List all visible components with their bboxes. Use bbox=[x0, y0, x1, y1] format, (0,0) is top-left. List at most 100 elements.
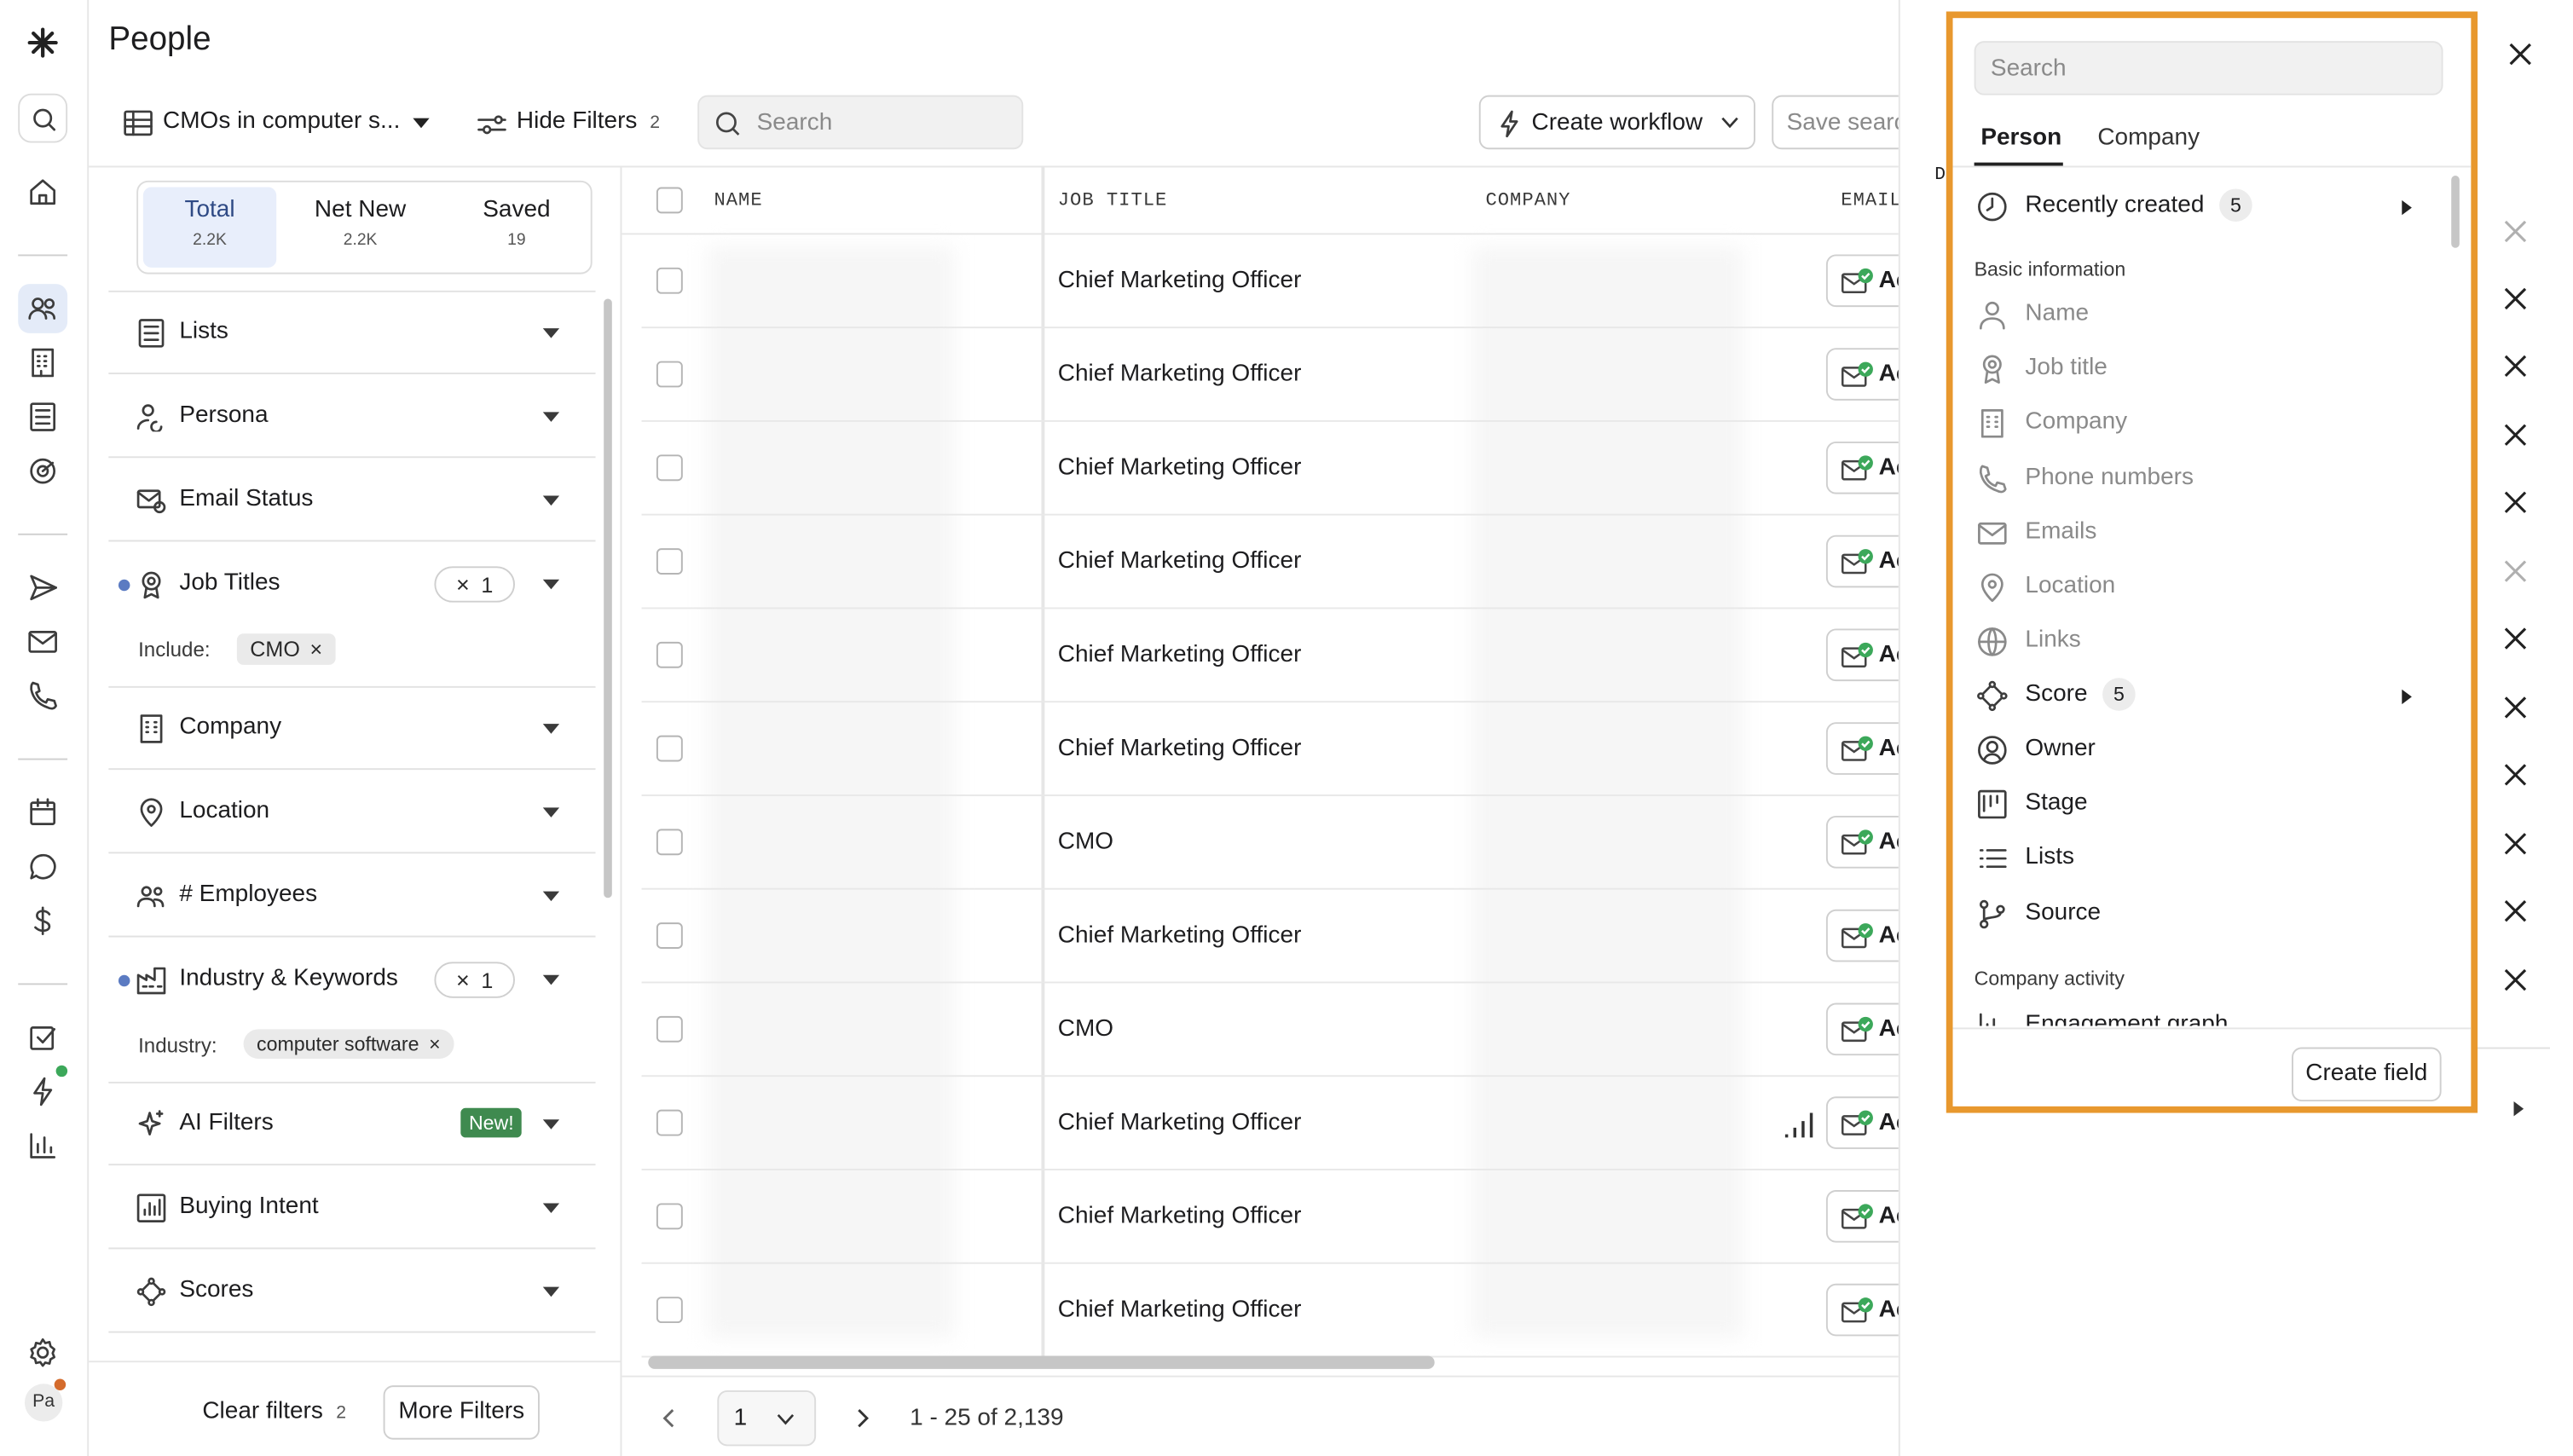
row-checkbox[interactable] bbox=[656, 1297, 683, 1324]
prev-page-icon[interactable] bbox=[662, 1407, 678, 1430]
logo-icon[interactable] bbox=[26, 26, 60, 60]
table-horizontal-scrollbar[interactable] bbox=[648, 1355, 1435, 1369]
create-workflow-button[interactable]: Create workflow bbox=[1478, 95, 1755, 150]
clear-filters-button[interactable]: Clear filters 2 bbox=[202, 1399, 346, 1425]
building-icon[interactable] bbox=[26, 346, 60, 379]
access-email-button[interactable]: Ac bbox=[1825, 1002, 1909, 1056]
column-header-company[interactable]: COMPANY bbox=[1485, 190, 1570, 211]
remove-column-icon[interactable] bbox=[2504, 832, 2527, 855]
hide-filters-button[interactable]: Hide Filters 2 bbox=[477, 105, 675, 141]
access-email-button[interactable]: Ac bbox=[1825, 441, 1909, 494]
field-location[interactable]: Location bbox=[1976, 564, 2454, 610]
filter-location[interactable]: Location bbox=[108, 771, 596, 854]
row-checkbox[interactable] bbox=[656, 1015, 683, 1043]
row-checkbox[interactable] bbox=[656, 1203, 683, 1230]
table-row[interactable]: Chief Marketing Officer Ac bbox=[641, 234, 1909, 329]
filter-buying-intent[interactable]: Buying Intent bbox=[108, 1167, 596, 1250]
filters-scrollbar[interactable] bbox=[604, 298, 612, 898]
filter-persona[interactable]: Persona bbox=[108, 376, 596, 459]
radar-icon[interactable] bbox=[26, 454, 60, 488]
remove-column-icon[interactable] bbox=[2504, 355, 2527, 378]
field-job-title[interactable]: Job title bbox=[1976, 347, 2454, 393]
table-row[interactable]: CMO Ac bbox=[641, 983, 1909, 1078]
field-search-input[interactable]: Search bbox=[1974, 41, 2443, 95]
mail-icon[interactable] bbox=[26, 626, 60, 659]
dollar-icon[interactable] bbox=[26, 904, 60, 938]
field-stage[interactable]: Stage bbox=[1976, 782, 2454, 828]
field-source[interactable]: Source bbox=[1976, 891, 2454, 937]
remove-column-icon[interactable] bbox=[2504, 968, 2527, 991]
table-row[interactable]: Chief Marketing Officer Ac bbox=[641, 890, 1909, 984]
filter-chip[interactable]: computer software × bbox=[243, 1029, 454, 1059]
filter-chip[interactable]: CMO × bbox=[236, 633, 336, 665]
field-company[interactable]: Company bbox=[1976, 402, 2454, 448]
row-checkbox[interactable] bbox=[656, 735, 683, 762]
filter-email-status[interactable]: Email Status bbox=[108, 459, 596, 542]
field-owner[interactable]: Owner bbox=[1976, 727, 2454, 773]
table-row[interactable]: Chief Marketing Officer Ac bbox=[641, 609, 1909, 703]
tab-net-new[interactable]: Net New 2.2K bbox=[286, 188, 435, 268]
row-checkbox[interactable] bbox=[656, 548, 683, 575]
column-header-email[interactable]: EMAIL bbox=[1841, 190, 1901, 211]
tab-total[interactable]: Total 2.2K bbox=[142, 187, 277, 268]
create-field-button[interactable]: Create field bbox=[2292, 1047, 2442, 1102]
row-checkbox[interactable] bbox=[656, 922, 683, 949]
rail-search-button[interactable] bbox=[18, 93, 68, 143]
access-email-button[interactable]: Ac bbox=[1825, 348, 1909, 401]
filter-employees[interactable]: # Employees bbox=[108, 855, 596, 938]
row-checkbox[interactable] bbox=[656, 1109, 683, 1136]
field-lists[interactable]: Lists bbox=[1976, 836, 2454, 882]
calendar-icon[interactable] bbox=[26, 796, 60, 829]
column-header-name[interactable]: NAME bbox=[714, 190, 762, 211]
people-icon[interactable] bbox=[26, 292, 60, 326]
caret-right-icon[interactable] bbox=[2512, 1100, 2525, 1118]
filter-company[interactable]: Company bbox=[108, 688, 596, 771]
tab-saved[interactable]: Saved 19 bbox=[444, 188, 589, 268]
home-icon[interactable] bbox=[26, 176, 60, 209]
access-email-button[interactable]: Ac bbox=[1825, 534, 1909, 588]
column-header-job-title[interactable]: JOB TITLE bbox=[1058, 190, 1168, 211]
list-icon[interactable] bbox=[26, 401, 60, 434]
filter-industry-keywords[interactable]: Industry & Keywords × 1 Industry: compute… bbox=[108, 939, 596, 1083]
close-panel-icon[interactable] bbox=[2507, 41, 2534, 67]
workflow-bolt-icon[interactable] bbox=[26, 1075, 60, 1108]
field-emails[interactable]: Emails bbox=[1976, 510, 2454, 556]
remove-column-icon[interactable] bbox=[2504, 491, 2527, 514]
remove-column-icon[interactable] bbox=[2504, 763, 2527, 786]
recently-created-item[interactable]: Recently created 5 bbox=[1976, 184, 2454, 230]
table-row[interactable]: Chief Marketing Officer Ac bbox=[641, 702, 1909, 796]
table-row[interactable]: Chief Marketing Officer Ac bbox=[641, 1077, 1909, 1170]
field-links[interactable]: Links bbox=[1976, 619, 2454, 665]
row-checkbox[interactable] bbox=[656, 641, 683, 668]
access-email-button[interactable]: Ac bbox=[1825, 1190, 1909, 1243]
access-email-button[interactable]: Ac bbox=[1825, 722, 1909, 775]
access-email-button[interactable]: Ac bbox=[1825, 1283, 1909, 1337]
chat-icon[interactable] bbox=[26, 850, 60, 883]
table-row[interactable]: Chief Marketing Officer Ac bbox=[641, 1264, 1909, 1358]
filter-job-titles[interactable]: Job Titles × 1 Include: CMO × bbox=[108, 543, 596, 688]
row-checkbox[interactable] bbox=[656, 361, 683, 388]
remove-column-icon[interactable] bbox=[2504, 287, 2527, 310]
remove-column-icon[interactable] bbox=[2504, 424, 2527, 447]
access-email-button[interactable]: Ac bbox=[1825, 1096, 1909, 1149]
analytics-icon[interactable] bbox=[26, 1130, 60, 1163]
table-row[interactable]: Chief Marketing Officer Ac bbox=[641, 516, 1909, 610]
select-all-checkbox[interactable] bbox=[656, 187, 683, 214]
filter-scores[interactable]: Scores bbox=[108, 1251, 596, 1333]
field-engagement-graph[interactable]: Engagement graph bbox=[1976, 1003, 2454, 1026]
more-filters-button[interactable]: More Filters bbox=[383, 1385, 540, 1440]
settings-gear-icon[interactable] bbox=[26, 1336, 60, 1369]
filter-count-pill[interactable]: × 1 bbox=[434, 962, 515, 998]
access-email-button[interactable]: Ac bbox=[1825, 628, 1909, 682]
task-check-icon[interactable] bbox=[26, 1021, 60, 1054]
page-select[interactable]: 1 bbox=[717, 1390, 817, 1447]
row-checkbox[interactable] bbox=[656, 829, 683, 856]
table-row[interactable]: Chief Marketing Officer Ac bbox=[641, 1170, 1909, 1264]
next-page-icon[interactable] bbox=[853, 1407, 870, 1430]
field-score[interactable]: Score 5 bbox=[1976, 673, 2454, 719]
tab-company[interactable]: Company bbox=[2097, 124, 2200, 151]
access-email-button[interactable]: Ac bbox=[1825, 816, 1909, 869]
tab-person[interactable]: Person bbox=[1980, 124, 2061, 151]
filter-count-pill[interactable]: × 1 bbox=[434, 566, 515, 603]
search-input[interactable]: Search bbox=[697, 95, 1024, 150]
